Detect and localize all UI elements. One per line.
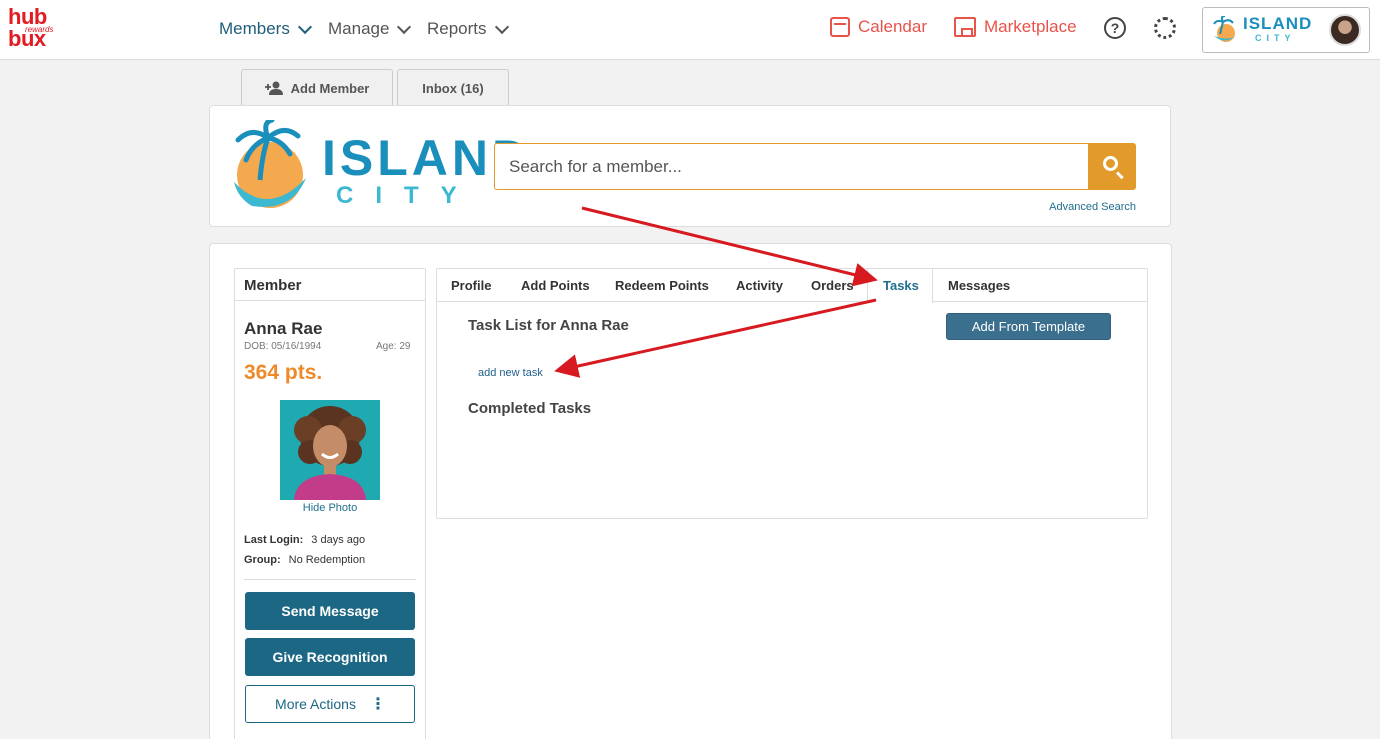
member-name: Anna Rae: [244, 319, 323, 338]
add-new-task-link[interactable]: add new task: [478, 367, 543, 379]
task-list-title: Task List for Anna Rae: [468, 317, 629, 334]
nav-manage-label: Manage: [328, 19, 390, 38]
org-account-switcher[interactable]: ISLAND CITY: [1202, 7, 1370, 53]
mini-org-name: ISLAND: [1243, 14, 1313, 33]
completed-tasks-heading: Completed Tasks: [468, 400, 592, 417]
add-member-label: Add Member: [290, 80, 370, 96]
tab-messages[interactable]: Messages: [948, 278, 1010, 293]
nav-reports[interactable]: Reports: [427, 19, 509, 39]
hide-photo-link[interactable]: Hide Photo: [280, 502, 380, 514]
tab-profile[interactable]: Profile: [451, 278, 491, 293]
island-city-logo-icon: [234, 120, 306, 208]
group-label: Group:: [244, 554, 281, 566]
logo-hub-text: hub: [8, 4, 47, 29]
nav-manage[interactable]: Manage: [328, 19, 412, 39]
add-from-template-button[interactable]: Add From Template: [946, 313, 1111, 340]
search-icon: [1103, 156, 1118, 171]
search-button[interactable]: [1088, 143, 1136, 190]
member-divider: [244, 579, 416, 580]
org-subname: CITY: [336, 182, 479, 209]
more-actions-label: More Actions: [275, 696, 356, 712]
advanced-search-link[interactable]: Advanced Search: [1040, 201, 1136, 213]
more-actions-button[interactable]: More Actions ⋮: [245, 685, 415, 723]
last-login-row: Last Login: 3 days ago: [244, 534, 365, 546]
nav-reports-label: Reports: [427, 19, 487, 38]
member-search-input[interactable]: [494, 143, 1090, 190]
tasks-panel: [436, 268, 1148, 519]
inbox-label: Inbox (16): [422, 80, 484, 96]
top-navbar: hub rewards bux Members Manage Reports C…: [0, 0, 1380, 60]
member-dob: DOB: 05/16/1994: [244, 341, 322, 352]
member-photo: [280, 400, 380, 500]
nav-marketplace-label: Marketplace: [984, 17, 1077, 36]
nav-marketplace[interactable]: Marketplace: [954, 17, 1077, 37]
kebab-menu-icon: ⋮: [369, 696, 386, 713]
member-panel-heading: Member: [234, 268, 426, 301]
gear-icon[interactable]: [1154, 17, 1176, 39]
tab-orders[interactable]: Orders: [811, 278, 854, 293]
calendar-icon: [830, 17, 850, 37]
member-points: 364 pts.: [244, 361, 323, 384]
island-city-mini-logo: [1213, 16, 1238, 42]
group-row: Group: No Redemption: [244, 554, 365, 566]
store-icon: [954, 17, 976, 37]
help-icon[interactable]: ?: [1104, 17, 1126, 39]
tab-tasks[interactable]: Tasks: [883, 278, 919, 293]
give-recognition-button[interactable]: Give Recognition: [245, 638, 415, 676]
user-avatar[interactable]: [1329, 14, 1361, 46]
mini-org-sub: CITY: [1255, 33, 1296, 43]
logo-bux-text: bux: [8, 26, 46, 51]
group-value: No Redemption: [288, 554, 366, 566]
add-user-icon: [264, 81, 283, 95]
last-login-label: Last Login:: [244, 534, 304, 546]
chevron-down-icon: [397, 19, 412, 34]
nav-calendar-label: Calendar: [858, 17, 927, 36]
send-message-button[interactable]: Send Message: [245, 592, 415, 630]
nav-members[interactable]: Members: [219, 19, 312, 39]
tab-add-points[interactable]: Add Points: [521, 278, 590, 293]
add-member-tab[interactable]: Add Member: [241, 69, 393, 106]
tab-redeem-points[interactable]: Redeem Points: [615, 278, 709, 293]
last-login-value: 3 days ago: [311, 534, 366, 546]
inbox-tab[interactable]: Inbox (16): [397, 69, 509, 106]
tab-activity[interactable]: Activity: [736, 278, 783, 293]
nav-members-label: Members: [219, 19, 290, 38]
chevron-down-icon: [297, 19, 312, 34]
nav-calendar[interactable]: Calendar: [830, 17, 927, 37]
hubbux-logo[interactable]: hub rewards bux: [8, 4, 54, 51]
member-age: Age: 29: [376, 341, 411, 352]
chevron-down-icon: [494, 19, 509, 34]
